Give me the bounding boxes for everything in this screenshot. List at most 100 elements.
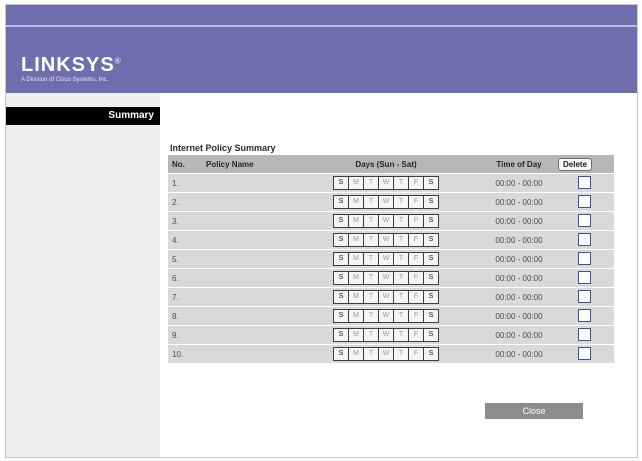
day-toggle[interactable]: F — [408, 310, 423, 322]
day-toggle[interactable]: S — [334, 291, 348, 303]
row-policy-name — [202, 288, 288, 306]
days-selector: SMTWTFS — [333, 176, 439, 190]
day-toggle[interactable]: S — [334, 215, 348, 227]
day-toggle[interactable]: F — [408, 272, 423, 284]
day-toggle[interactable]: S — [423, 291, 438, 303]
day-toggle[interactable]: W — [378, 196, 393, 208]
day-toggle[interactable]: T — [393, 272, 408, 284]
day-toggle[interactable]: S — [334, 348, 348, 360]
day-toggle[interactable]: S — [334, 177, 348, 189]
day-toggle[interactable]: S — [423, 329, 438, 341]
delete-checkbox[interactable] — [577, 251, 591, 265]
row-days: SMTWTFS — [288, 326, 484, 344]
day-toggle[interactable]: S — [423, 196, 438, 208]
row-number: 10. — [168, 345, 202, 363]
day-toggle[interactable]: T — [363, 272, 378, 284]
delete-checkbox[interactable] — [577, 213, 591, 227]
day-toggle[interactable]: M — [348, 234, 363, 246]
delete-checkbox[interactable] — [577, 327, 591, 341]
day-toggle[interactable]: T — [393, 310, 408, 322]
day-toggle[interactable]: S — [423, 215, 438, 227]
day-toggle[interactable]: F — [408, 291, 423, 303]
day-toggle[interactable]: S — [423, 177, 438, 189]
day-toggle[interactable]: T — [393, 234, 408, 246]
day-toggle[interactable]: T — [363, 215, 378, 227]
day-toggle[interactable]: S — [334, 234, 348, 246]
day-toggle[interactable]: M — [348, 253, 363, 265]
delete-checkbox[interactable] — [577, 346, 591, 360]
delete-checkbox[interactable] — [577, 194, 591, 208]
day-toggle[interactable]: T — [393, 253, 408, 265]
table-row: 8. S M T W T F S 00:00 - 00:00 — [168, 307, 614, 325]
day-toggle[interactable]: T — [363, 234, 378, 246]
day-toggle[interactable]: F — [408, 177, 423, 189]
day-toggle[interactable]: T — [393, 177, 408, 189]
day-toggle[interactable]: M — [348, 177, 363, 189]
day-toggle[interactable]: T — [363, 196, 378, 208]
day-toggle[interactable]: S — [423, 310, 438, 322]
day-toggle[interactable]: M — [348, 329, 363, 341]
day-toggle[interactable]: S — [334, 329, 348, 341]
row-number: 7. — [168, 288, 202, 306]
row-number: 9. — [168, 326, 202, 344]
day-toggle[interactable]: S — [423, 272, 438, 284]
delete-checkbox[interactable] — [577, 270, 591, 284]
row-time-of-day: 00:00 - 00:00 — [484, 307, 554, 325]
day-toggle[interactable]: S — [334, 196, 348, 208]
day-toggle[interactable]: F — [408, 329, 423, 341]
day-toggle[interactable]: T — [363, 253, 378, 265]
day-toggle[interactable]: F — [408, 253, 423, 265]
day-toggle[interactable]: W — [378, 310, 393, 322]
day-toggle[interactable]: F — [408, 196, 423, 208]
day-toggle[interactable]: F — [408, 348, 423, 360]
day-toggle[interactable]: T — [363, 329, 378, 341]
row-days: SMTWTFS — [288, 174, 484, 192]
delete-checkbox[interactable] — [577, 175, 591, 189]
day-toggle[interactable]: M — [348, 310, 363, 322]
day-toggle[interactable]: S — [423, 253, 438, 265]
day-toggle[interactable]: T — [363, 348, 378, 360]
day-toggle[interactable]: T — [393, 329, 408, 341]
row-delete-cell — [554, 307, 614, 325]
row-delete-cell — [554, 269, 614, 287]
day-toggle[interactable]: T — [393, 196, 408, 208]
day-toggle[interactable]: W — [378, 177, 393, 189]
day-toggle[interactable]: W — [378, 272, 393, 284]
day-toggle[interactable]: T — [393, 348, 408, 360]
delete-button[interactable]: Delete — [558, 157, 593, 171]
day-toggle[interactable]: W — [378, 215, 393, 227]
day-toggle[interactable]: M — [348, 215, 363, 227]
day-toggle[interactable]: S — [423, 234, 438, 246]
day-toggle[interactable]: T — [393, 215, 408, 227]
header-policy-name: Policy Name — [202, 155, 288, 173]
day-toggle[interactable]: T — [393, 291, 408, 303]
day-toggle[interactable]: W — [378, 329, 393, 341]
table-row: 7. S M T W T F S 00:00 - 00:00 — [168, 288, 614, 306]
day-toggle[interactable]: W — [378, 291, 393, 303]
row-time-of-day: 00:00 - 00:00 — [484, 250, 554, 268]
day-toggle[interactable]: F — [408, 234, 423, 246]
delete-checkbox[interactable] — [577, 232, 591, 246]
day-toggle[interactable]: T — [363, 291, 378, 303]
sidebar-item-summary[interactable]: Summary — [6, 107, 160, 125]
day-toggle[interactable]: M — [348, 196, 363, 208]
delete-checkbox[interactable] — [577, 289, 591, 303]
days-selector: SMTWTFS — [333, 309, 439, 323]
day-toggle[interactable]: S — [334, 272, 348, 284]
close-button[interactable]: Close — [485, 403, 583, 419]
day-toggle[interactable]: W — [378, 253, 393, 265]
day-toggle[interactable]: W — [378, 348, 393, 360]
row-number: 3. — [168, 212, 202, 230]
day-toggle[interactable]: T — [363, 177, 378, 189]
day-toggle[interactable]: W — [378, 234, 393, 246]
day-toggle[interactable]: T — [363, 310, 378, 322]
day-toggle[interactable]: S — [423, 348, 438, 360]
day-toggle[interactable]: S — [334, 310, 348, 322]
day-toggle[interactable]: F — [408, 215, 423, 227]
day-toggle[interactable]: M — [348, 348, 363, 360]
row-days: SMTWTFS — [288, 307, 484, 325]
day-toggle[interactable]: M — [348, 291, 363, 303]
day-toggle[interactable]: S — [334, 253, 348, 265]
day-toggle[interactable]: M — [348, 272, 363, 284]
delete-checkbox[interactable] — [577, 308, 591, 322]
